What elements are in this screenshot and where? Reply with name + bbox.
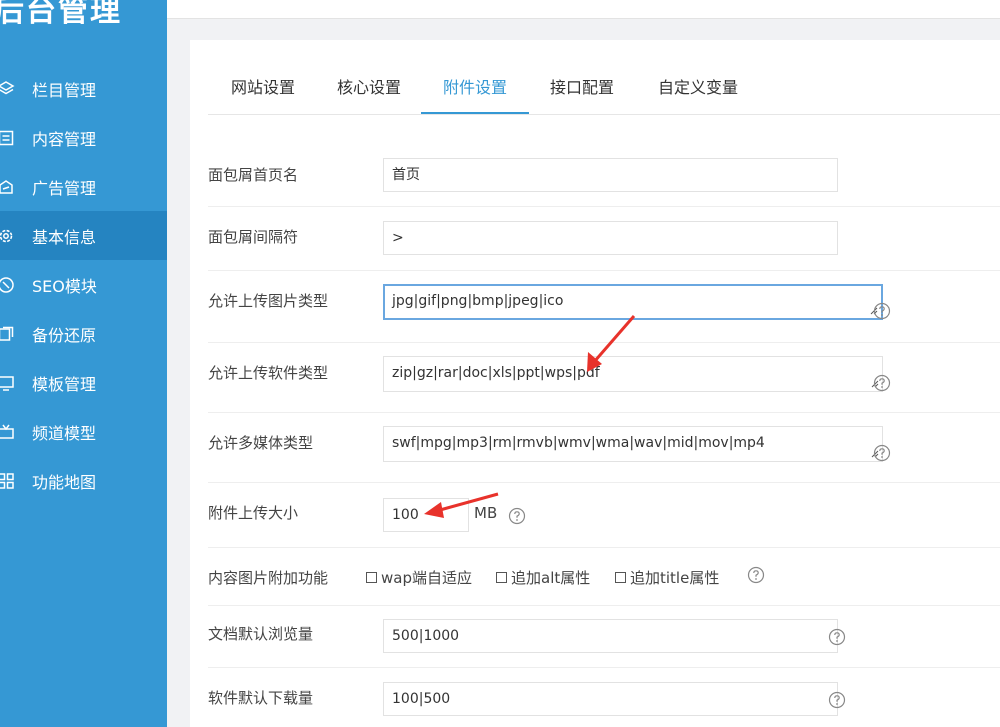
arrow-annotation-upload-size [424,492,499,518]
annotation-arrows [424,315,636,518]
arrow-annotation-software-types [587,315,636,372]
